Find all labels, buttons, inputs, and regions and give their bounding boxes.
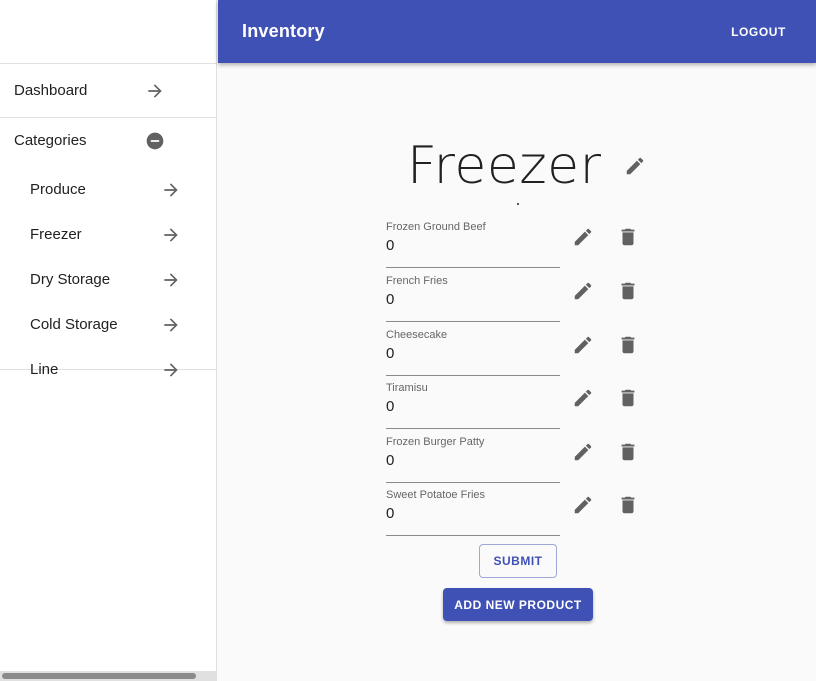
quantity-field: French Fries (386, 275, 560, 322)
sidebar-item-line[interactable]: Line (0, 347, 216, 392)
sidebar-item-dashboard[interactable]: Dashboard (0, 64, 216, 118)
product-row: Frozen Ground Beef (386, 221, 646, 271)
product-row: Cheesecake (386, 329, 646, 379)
arrow-right-icon (164, 362, 178, 377)
quantity-input[interactable] (386, 289, 556, 309)
pencil-icon[interactable] (572, 280, 594, 302)
quantity-input[interactable] (386, 450, 556, 470)
product-row: French Fries (386, 275, 646, 325)
sidebar-header (0, 0, 216, 64)
trash-icon[interactable] (617, 387, 639, 409)
page-title: Freezer (407, 136, 602, 196)
scrollbar-thumb[interactable] (2, 673, 196, 679)
submit-button[interactable]: SUBMIT (479, 544, 557, 578)
trash-icon[interactable] (617, 280, 639, 302)
minus-circle-icon[interactable] (145, 131, 165, 151)
sidebar-item-dry-storage[interactable]: Dry Storage (0, 257, 216, 302)
arrow-right-icon (164, 272, 178, 287)
category-list: Produce Freezer Dry Storage Cold Storage… (0, 163, 216, 378)
app-title: Inventory (242, 21, 325, 41)
arrow-right-icon (164, 227, 178, 242)
app-bar: Inventory LOGOUT (218, 0, 816, 63)
sidebar-item-label: Dashboard (14, 82, 88, 99)
sidebar-item-label: Categories (14, 132, 87, 149)
logout-button[interactable]: LOGOUT (731, 19, 786, 45)
trash-icon[interactable] (617, 441, 639, 463)
pencil-icon[interactable] (572, 441, 594, 463)
quantity-field: Tiramisu (386, 382, 560, 429)
quantity-field: Frozen Ground Beef (386, 221, 560, 268)
arrow-right-icon (164, 182, 178, 197)
sidebar-item-freezer[interactable]: Freezer (0, 212, 216, 257)
trash-icon[interactable] (617, 334, 639, 356)
product-name-label: Tiramisu (386, 382, 428, 394)
arrow-right-icon (148, 83, 162, 98)
arrow-right-icon (164, 317, 178, 332)
product-row: Sweet Potatoe Fries (386, 489, 646, 539)
product-row: Frozen Burger Patty (386, 436, 646, 486)
pencil-icon[interactable] (624, 155, 646, 177)
quantity-field: Frozen Burger Patty (386, 436, 560, 483)
add-new-product-button[interactable]: ADD NEW PRODUCT (443, 588, 593, 621)
quantity-input[interactable] (386, 396, 556, 416)
product-name-label: French Fries (386, 275, 448, 287)
pencil-icon[interactable] (572, 334, 594, 356)
product-name-label: Sweet Potatoe Fries (386, 489, 486, 501)
product-name-label: Frozen Ground Beef (386, 221, 486, 233)
page-title-area: Freezer (407, 136, 646, 196)
sidebar-item-produce[interactable]: Produce (0, 167, 216, 212)
quantity-field: Cheesecake (386, 329, 560, 376)
sidebar-item-categories[interactable]: Categories (0, 118, 216, 163)
quantity-input[interactable] (386, 235, 556, 255)
sidebar-item-cold-storage[interactable]: Cold Storage (0, 302, 216, 347)
sidebar-item-label: Dry Storage (30, 271, 111, 288)
horizontal-scrollbar[interactable] (0, 671, 217, 681)
sidebar-item-label: Freezer (30, 226, 82, 243)
product-name-label: Frozen Burger Patty (386, 436, 485, 448)
quantity-field: Sweet Potatoe Fries (386, 489, 560, 536)
quantity-input[interactable] (386, 503, 556, 523)
pencil-icon[interactable] (572, 387, 594, 409)
trash-icon[interactable] (617, 494, 639, 516)
trash-icon[interactable] (617, 226, 639, 248)
sidebar-item-label: Produce (30, 181, 86, 198)
pencil-icon[interactable] (572, 494, 594, 516)
sidebar-item-label: Line (30, 361, 59, 378)
sidebar: Dashboard Categories Produce Freezer Dry… (0, 0, 217, 681)
product-row: Tiramisu (386, 382, 646, 432)
quantity-input[interactable] (386, 343, 556, 363)
sidebar-item-label: Cold Storage (30, 316, 118, 333)
divider-dot (517, 203, 519, 205)
pencil-icon[interactable] (572, 226, 594, 248)
product-name-label: Cheesecake (386, 329, 448, 341)
